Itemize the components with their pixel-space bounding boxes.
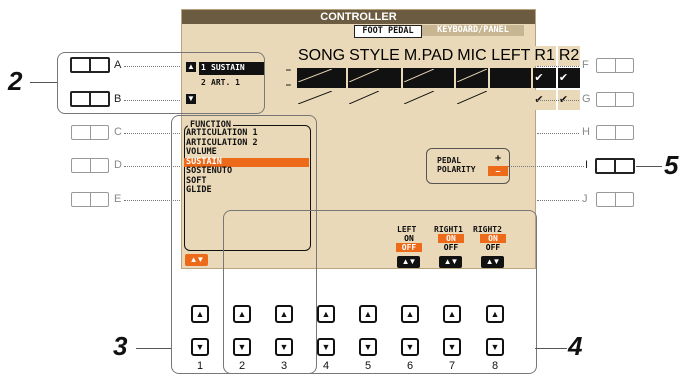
button-b[interactable] [70, 91, 110, 107]
up-button-3[interactable]: ▲ [275, 305, 293, 323]
button-number-6: 6 [406, 360, 414, 372]
grid-cell[interactable] [456, 90, 489, 110]
disabled-slash-icon [348, 68, 380, 83]
col-left: LEFT [490, 46, 532, 66]
callout-4-line [535, 348, 567, 349]
button-b-leader [124, 100, 180, 101]
button-f[interactable] [596, 58, 634, 73]
disabled-slash-icon [348, 90, 380, 105]
button-f-leader [537, 66, 579, 67]
callout-2-line [30, 82, 57, 83]
up-button-5[interactable]: ▲ [359, 305, 377, 323]
up-button-2[interactable]: ▲ [233, 305, 251, 323]
check-icon[interactable]: ✔ [557, 68, 581, 88]
button-c-label: C [114, 126, 122, 138]
button-number-5: 5 [364, 360, 372, 372]
polarity-bracket [426, 148, 510, 184]
disabled-slash-icon [297, 68, 333, 83]
down-button-8[interactable]: ▼ [486, 338, 504, 356]
button-h-leader [537, 133, 579, 134]
callout-5: 5 [664, 150, 679, 180]
button-i-leader [508, 166, 584, 167]
col-mpad: M.PAD [402, 46, 455, 66]
button-i[interactable] [595, 158, 635, 174]
col-r1: R1 [533, 46, 556, 66]
grid-cell[interactable] [348, 68, 401, 88]
button-j-label: J [582, 193, 588, 205]
grid-cell[interactable] [348, 90, 401, 110]
part-grid: SONG STYLE M.PAD MIC LEFT R1 R2 ✔ ✔ ✔ ✔ [295, 44, 582, 112]
tab-foot-pedal[interactable]: FOOT PEDAL [354, 25, 422, 38]
col-style: STYLE [348, 46, 401, 66]
disabled-slash-icon [457, 68, 488, 83]
button-b-label: B [114, 93, 122, 105]
button-number-8: 8 [491, 360, 499, 372]
disabled-slash-icon [457, 90, 488, 105]
button-g-label: G [582, 93, 591, 105]
button-number-4: 4 [322, 360, 330, 372]
button-number-7: 7 [448, 360, 456, 372]
disabled-slash-icon [297, 90, 333, 105]
down-button-4[interactable]: ▼ [317, 338, 335, 356]
button-d[interactable] [71, 158, 109, 173]
callout-5-line [636, 166, 662, 167]
callout-3: 3 [113, 331, 128, 361]
down-button-5[interactable]: ▼ [359, 338, 377, 356]
pedal-dash: – [286, 65, 291, 74]
button-f-label: F [582, 59, 589, 71]
button-a-leader [124, 66, 180, 67]
disabled-slash-icon [403, 68, 435, 83]
callout-2: 2 [8, 66, 23, 96]
up-button-1[interactable]: ▲ [191, 305, 209, 323]
button-number-2: 2 [238, 360, 246, 372]
button-h-label: H [582, 126, 590, 138]
down-button-1[interactable]: ▼ [191, 338, 209, 356]
grid-cell[interactable] [297, 90, 347, 110]
grid-cell[interactable] [490, 90, 532, 110]
button-j[interactable] [596, 192, 634, 207]
button-i-label: I [585, 159, 589, 171]
disabled-slash-icon [403, 90, 435, 105]
down-button-7[interactable]: ▼ [443, 338, 461, 356]
tab-keyboard-panel[interactable]: KEYBOARD/PANEL [422, 25, 524, 36]
grid-cell[interactable] [456, 68, 489, 88]
check-icon[interactable]: ✔ [533, 68, 556, 88]
up-button-8[interactable]: ▲ [486, 305, 504, 323]
down-button-2[interactable]: ▼ [233, 338, 251, 356]
col-r2: R2 [557, 46, 581, 66]
grid-cell[interactable] [402, 90, 455, 110]
button-a-label: A [114, 59, 122, 71]
up-button-6[interactable]: ▲ [401, 305, 419, 323]
screen-title: CONTROLLER [182, 10, 535, 24]
callout-3-line [136, 348, 171, 349]
button-number-3: 3 [280, 360, 288, 372]
button-e-label: E [114, 193, 122, 205]
button-g[interactable] [596, 92, 634, 107]
button-d-label: D [114, 159, 122, 171]
col-song: SONG [297, 46, 347, 66]
button-a[interactable] [70, 57, 110, 73]
button-g-leader [537, 100, 579, 101]
up-button-4[interactable]: ▲ [317, 305, 335, 323]
col-mic: MIC [456, 46, 489, 66]
grid-cell[interactable] [297, 68, 347, 88]
button-h[interactable] [596, 125, 634, 140]
grid-cell[interactable] [402, 68, 455, 88]
grid-cell[interactable] [490, 68, 532, 88]
button-e[interactable] [71, 192, 109, 207]
up-button-7[interactable]: ▲ [443, 305, 461, 323]
button-c[interactable] [71, 125, 109, 140]
down-button-3[interactable]: ▼ [275, 338, 293, 356]
button-j-leader [537, 200, 579, 201]
pedal-dash: – [286, 80, 291, 89]
callout-4: 4 [568, 331, 583, 361]
button-number-1: 1 [196, 360, 204, 372]
down-button-6[interactable]: ▼ [401, 338, 419, 356]
